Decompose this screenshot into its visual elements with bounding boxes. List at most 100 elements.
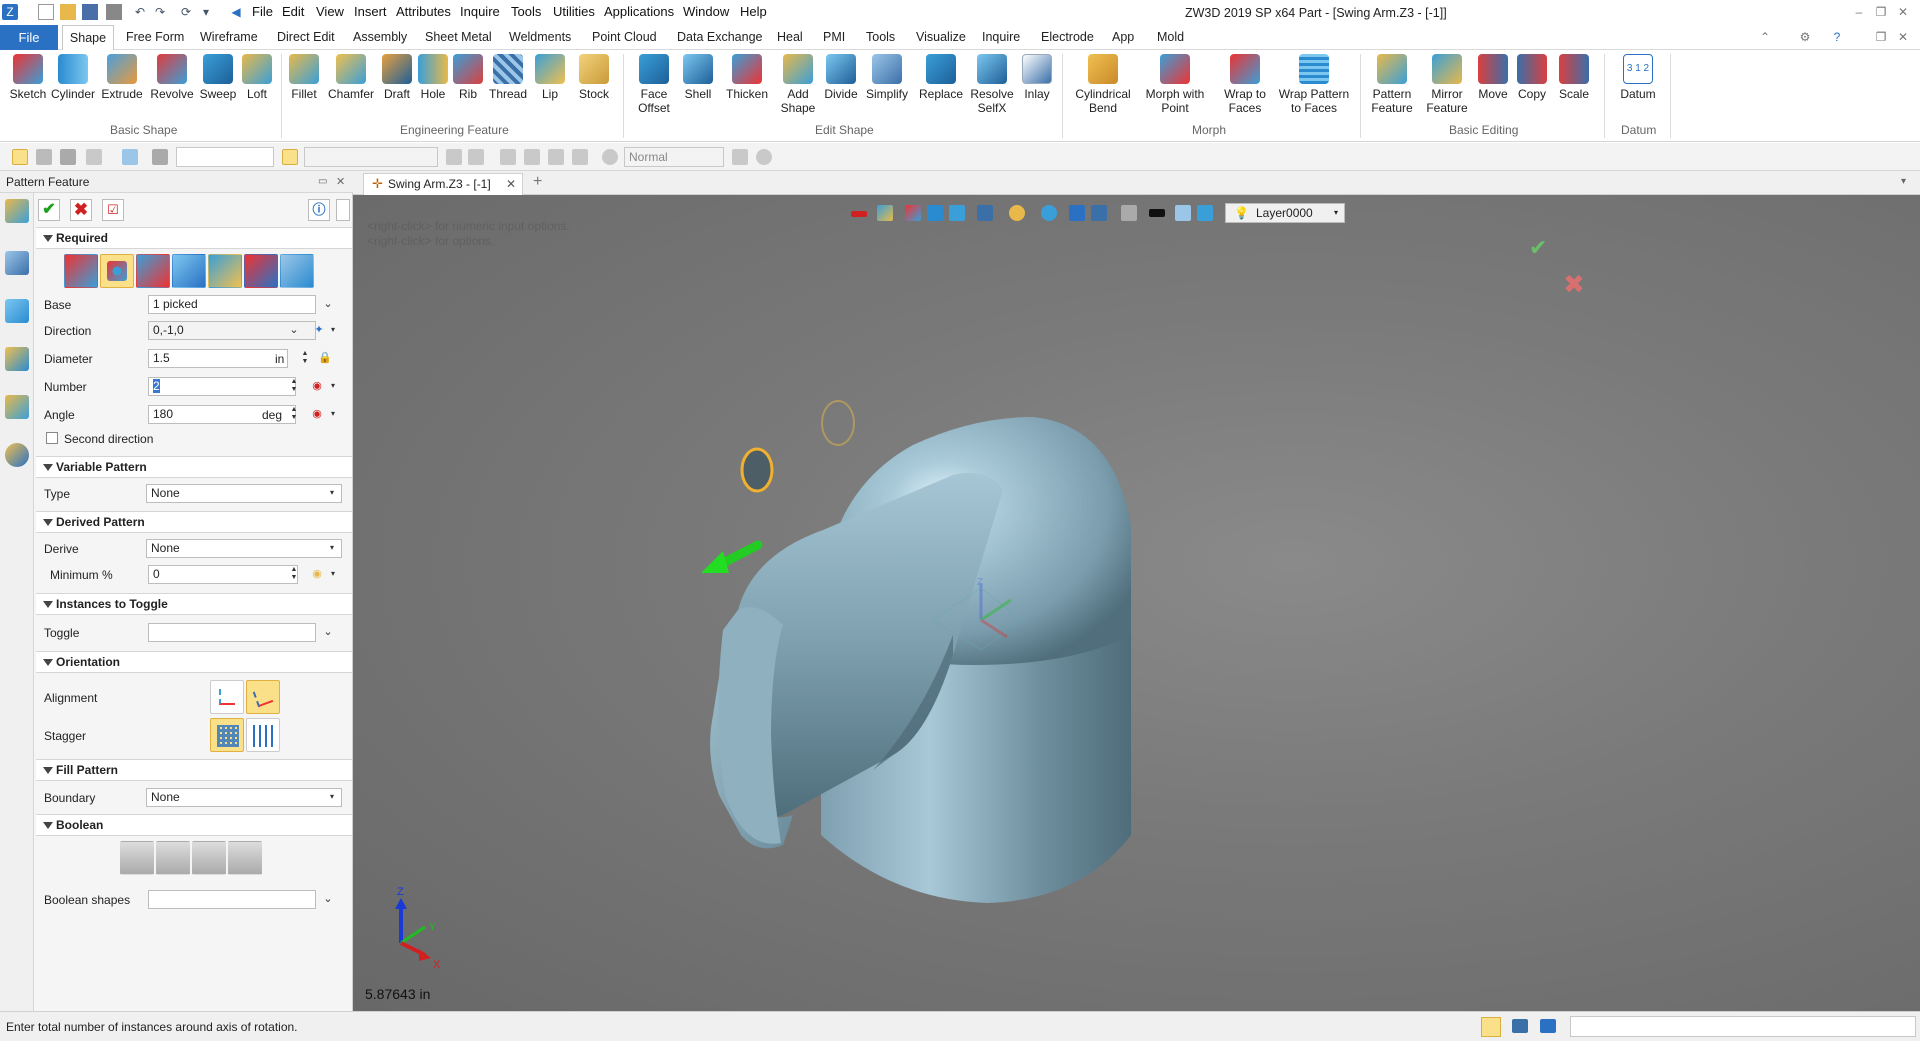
app-logo-icon[interactable]: Z	[2, 4, 18, 20]
menu-edit[interactable]: Edit	[282, 4, 304, 19]
section-fill-pattern[interactable]: Fill Pattern	[36, 759, 352, 781]
loft-button[interactable]: Loft	[240, 54, 274, 101]
point-pattern-icon[interactable]	[136, 254, 170, 288]
sweep-button[interactable]: Sweep	[198, 54, 238, 101]
settings-gear-icon[interactable]: ⚙	[1796, 28, 1814, 46]
snap-toggle-icon[interactable]	[282, 149, 298, 165]
part-model[interactable]: Z Z Y X	[353, 195, 1920, 1011]
thicken-button[interactable]: Thicken	[722, 54, 772, 101]
pin-icon[interactable]	[572, 149, 588, 165]
options-gear-icon[interactable]	[756, 149, 772, 165]
sketch-button[interactable]: Sketch	[8, 54, 48, 101]
tab-point-cloud[interactable]: Point Cloud	[592, 30, 657, 44]
tab-electrode[interactable]: Electrode	[1041, 30, 1094, 44]
draft-button[interactable]: Draft	[380, 54, 414, 101]
wrap-to-faces-button[interactable]: Wrap to Faces	[1216, 54, 1274, 115]
direction-expand-icon[interactable]: ⌄	[287, 323, 301, 337]
base-field[interactable]: 1 picked	[148, 295, 316, 314]
type-select[interactable]: None	[146, 484, 342, 503]
tab-sheet-metal[interactable]: Sheet Metal	[425, 30, 492, 44]
section-variable-pattern[interactable]: Variable Pattern	[36, 456, 352, 478]
direction-arrow[interactable]	[701, 540, 763, 573]
minimum-spinner[interactable]: ▲ ▼	[289, 566, 299, 583]
chamfer-button[interactable]: Chamfer	[326, 54, 376, 101]
cancel-button[interactable]: ✖	[70, 199, 92, 221]
simplify-button[interactable]: Simplify	[864, 54, 910, 101]
close-icon[interactable]: ✕	[1894, 3, 1912, 21]
fill-pattern-icon[interactable]	[244, 254, 278, 288]
alignment-rotated-icon[interactable]	[246, 680, 280, 714]
variable-icon[interactable]: ◉	[310, 407, 324, 421]
menu-inquire[interactable]: Inquire	[460, 4, 500, 19]
distribute-icon[interactable]	[500, 149, 516, 165]
grid-filter-icon[interactable]	[86, 149, 102, 165]
stack-icon[interactable]	[524, 149, 540, 165]
stagger-offset-icon[interactable]	[246, 718, 280, 752]
section-boolean[interactable]: Boolean	[36, 814, 352, 836]
new-file-icon[interactable]	[38, 4, 54, 20]
menu-insert[interactable]: Insert	[354, 4, 387, 19]
morph-with-point-button[interactable]: Morph with Point	[1142, 54, 1208, 115]
second-direction-checkbox[interactable]	[46, 432, 58, 444]
chevron-down-icon[interactable]: ▾	[326, 407, 340, 421]
circular-pattern-icon[interactable]	[100, 254, 134, 288]
status-display-icon[interactable]	[1512, 1019, 1528, 1033]
filter-combo[interactable]	[176, 147, 274, 167]
close-panel-icon[interactable]: ✕	[336, 171, 345, 193]
menu-view[interactable]: View	[316, 4, 344, 19]
base-expand-icon[interactable]: ⌄	[321, 297, 335, 311]
restore-icon[interactable]: ❐	[1872, 3, 1890, 21]
open-folder-icon[interactable]	[60, 4, 76, 20]
document-tab[interactable]: ✛ Swing Arm.Z3 - [-1] ✕	[363, 173, 523, 195]
boundary-select[interactable]: None	[146, 788, 342, 807]
close-tab-icon[interactable]: ✕	[506, 174, 516, 194]
chevron-down-icon[interactable]: ▾	[326, 323, 340, 337]
menu-file[interactable]: File	[252, 4, 273, 19]
diameter-spinner[interactable]: ▲ ▼	[300, 350, 310, 367]
number-field[interactable]: 2	[148, 377, 296, 396]
move-button[interactable]: Move	[1476, 54, 1510, 101]
linear-pattern-icon[interactable]	[64, 254, 98, 288]
direction-vector-icon[interactable]: ✦	[312, 323, 326, 337]
boolean-base-icon[interactable]	[120, 841, 154, 875]
menu-tools[interactable]: Tools	[511, 4, 541, 19]
cylindrical-bend-button[interactable]: Cylindrical Bend	[1070, 54, 1136, 115]
tab-pmi[interactable]: PMI	[823, 30, 845, 44]
variable-icon[interactable]: ◉	[310, 567, 324, 581]
apply-button[interactable]: ☑	[102, 199, 124, 221]
menu-help[interactable]: Help	[740, 4, 767, 19]
chevron-down-icon[interactable]: ▾	[326, 567, 340, 581]
select-arrow-icon[interactable]	[12, 149, 28, 165]
copy-button[interactable]: Copy	[1514, 54, 1550, 101]
command-input[interactable]	[1570, 1016, 1916, 1037]
hole-highlight[interactable]	[740, 447, 774, 493]
menu-window[interactable]: Window	[683, 4, 729, 19]
scale-button[interactable]: Scale	[1556, 54, 1592, 101]
line-filter-icon[interactable]	[60, 149, 76, 165]
repeat-icon[interactable]: ⟳	[178, 4, 194, 20]
replace-button[interactable]: Replace	[918, 54, 964, 101]
assembly-manager-icon[interactable]	[5, 251, 29, 275]
user-manager-icon[interactable]	[5, 443, 29, 467]
tab-free-form[interactable]: Free Form	[126, 30, 184, 44]
tab-weldments[interactable]: Weldments	[509, 30, 571, 44]
tab-visualize[interactable]: Visualize	[916, 30, 966, 44]
hole-button[interactable]: Hole	[417, 54, 449, 101]
minimize-icon[interactable]: –	[1850, 3, 1868, 21]
image-manager-icon[interactable]	[5, 395, 29, 419]
chevron-down-icon[interactable]: ▾	[198, 4, 214, 20]
tab-inquire[interactable]: Inquire	[982, 30, 1020, 44]
thread-button[interactable]: Thread	[487, 54, 529, 101]
history-manager-icon[interactable]	[5, 199, 29, 223]
tab-mold[interactable]: Mold	[1157, 30, 1184, 44]
minimum-field[interactable]: 0	[148, 565, 298, 584]
boolean-add-icon[interactable]	[156, 841, 190, 875]
cylinder-button[interactable]: Cylinder	[50, 54, 96, 101]
add-tab-icon[interactable]: +	[533, 173, 542, 191]
close-icon[interactable]: ✕	[1894, 28, 1912, 46]
help-icon[interactable]: ?	[1828, 28, 1846, 46]
tab-direct-edit[interactable]: Direct Edit	[277, 30, 335, 44]
menu-attributes[interactable]: Attributes	[396, 4, 451, 19]
pattern-feature-button[interactable]: Pattern Feature	[1366, 54, 1418, 115]
tab-tools[interactable]: Tools	[866, 30, 895, 44]
